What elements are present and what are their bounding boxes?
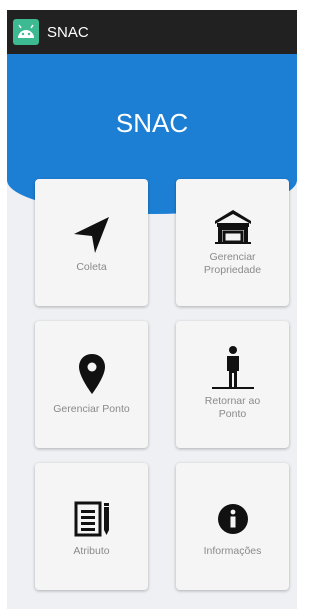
gerenciar-propriedade-label-line2: Propriedade: [203, 264, 262, 276]
atributo-label: Atributo: [73, 545, 110, 557]
action-bar: SNAC: [7, 10, 297, 54]
retornar-ao-ponto-label-line1: Retornar ao: [204, 395, 261, 407]
retornar-ao-ponto-label: Retornar ao Ponto: [180, 395, 285, 421]
person-standing-icon: [176, 345, 289, 391]
notes-pencil-icon: [35, 499, 148, 539]
retornar-ao-ponto-button[interactable]: Retornar ao Ponto: [176, 321, 289, 448]
atributo-button[interactable]: Atributo: [35, 463, 148, 590]
page-title: SNAC: [115, 108, 189, 138]
map-pin-icon: [35, 353, 148, 395]
android-icon: [13, 19, 39, 45]
action-bar-title: SNAC: [47, 23, 89, 41]
navigation-arrow-icon: [35, 215, 148, 255]
informacoes-label: Informações: [203, 545, 262, 557]
app-screen: SNAC SNAC Coleta Gerenciar Propriedade G…: [7, 10, 297, 609]
gerenciar-propriedade-label-line1: Gerenciar: [209, 251, 256, 263]
info-icon: [176, 503, 289, 535]
coleta-label: Coleta: [76, 261, 107, 273]
retornar-ao-ponto-label-line2: Ponto: [218, 408, 247, 420]
coleta-button[interactable]: Coleta: [35, 179, 148, 306]
gerenciar-ponto-button[interactable]: Gerenciar Ponto: [35, 321, 148, 448]
gerenciar-propriedade-button[interactable]: Gerenciar Propriedade: [176, 179, 289, 306]
informacoes-button[interactable]: Informações: [176, 463, 289, 590]
barn-icon: [176, 207, 289, 245]
gerenciar-ponto-label: Gerenciar Ponto: [53, 403, 130, 415]
gerenciar-propriedade-label: Gerenciar Propriedade: [180, 251, 285, 277]
